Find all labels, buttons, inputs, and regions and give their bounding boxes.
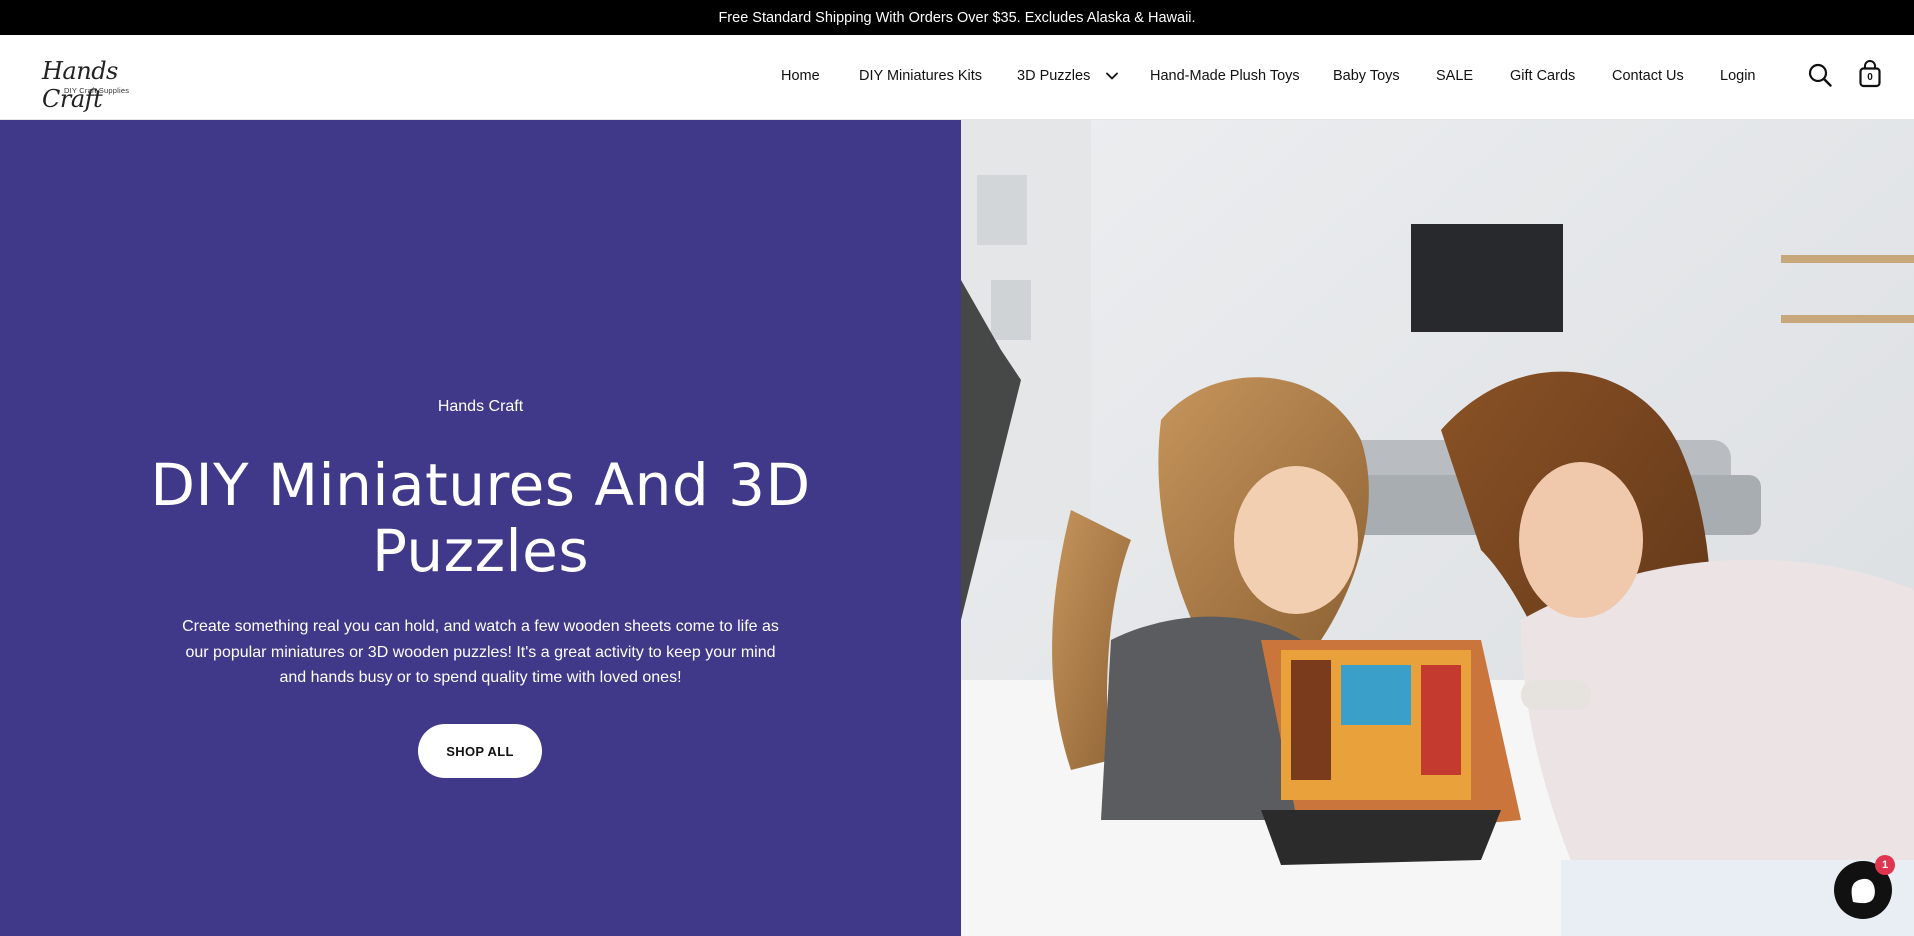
nav-item-gift-cards[interactable]: Gift Cards [1510, 68, 1575, 84]
nav-item-login[interactable]: Login [1720, 68, 1755, 84]
nav-item-diy-miniatures-kits[interactable]: DIY Miniatures Kits [859, 68, 982, 84]
cart-count: 0 [1867, 72, 1873, 83]
chat-launcher[interactable]: 1 [1831, 855, 1895, 919]
hero-photo-illustration [961, 120, 1914, 936]
hero-eyebrow: Hands Craft [437, 398, 524, 415]
shop-all-button[interactable]: SHOP ALL [418, 724, 542, 778]
nav-item-hand-made-plush-toys[interactable]: Hand-Made Plush Toys [1150, 68, 1300, 84]
hero-panel: Hands Craft DIY Miniatures And 3D Puzzle… [0, 120, 961, 936]
nav-item-label: 3D Puzzles [1017, 68, 1091, 84]
site-header: Hands Craft DIY Craft Supplies Home DIY … [0, 35, 1914, 120]
nav-item-3d-puzzles[interactable]: 3D Puzzles [1017, 68, 1119, 84]
hero-title: DIY Miniatures And 3D Puzzles [150, 451, 811, 585]
announcement-text: Free Standard Shipping With Orders Over … [718, 9, 1196, 26]
nav-item-contact-us[interactable]: Contact Us [1612, 68, 1684, 84]
main-nav: Home DIY Miniatures Kits 3D Puzzles Hand… [0, 35, 1914, 120]
hero-image [961, 120, 1914, 936]
nav-item-baby-toys[interactable]: Baby Toys [1333, 68, 1400, 84]
hero-description: Create something real you can hold, and … [182, 618, 779, 686]
nav-item-home[interactable]: Home [781, 68, 820, 84]
nav-item-sale[interactable]: SALE [1436, 68, 1473, 84]
announcement-bar: Free Standard Shipping With Orders Over … [0, 0, 1914, 35]
cart-button[interactable]: 0 [1859, 60, 1881, 88]
chat-badge: 1 [1875, 855, 1895, 875]
chevron-down-icon[interactable] [1106, 72, 1119, 80]
search-icon[interactable] [1808, 63, 1832, 92]
